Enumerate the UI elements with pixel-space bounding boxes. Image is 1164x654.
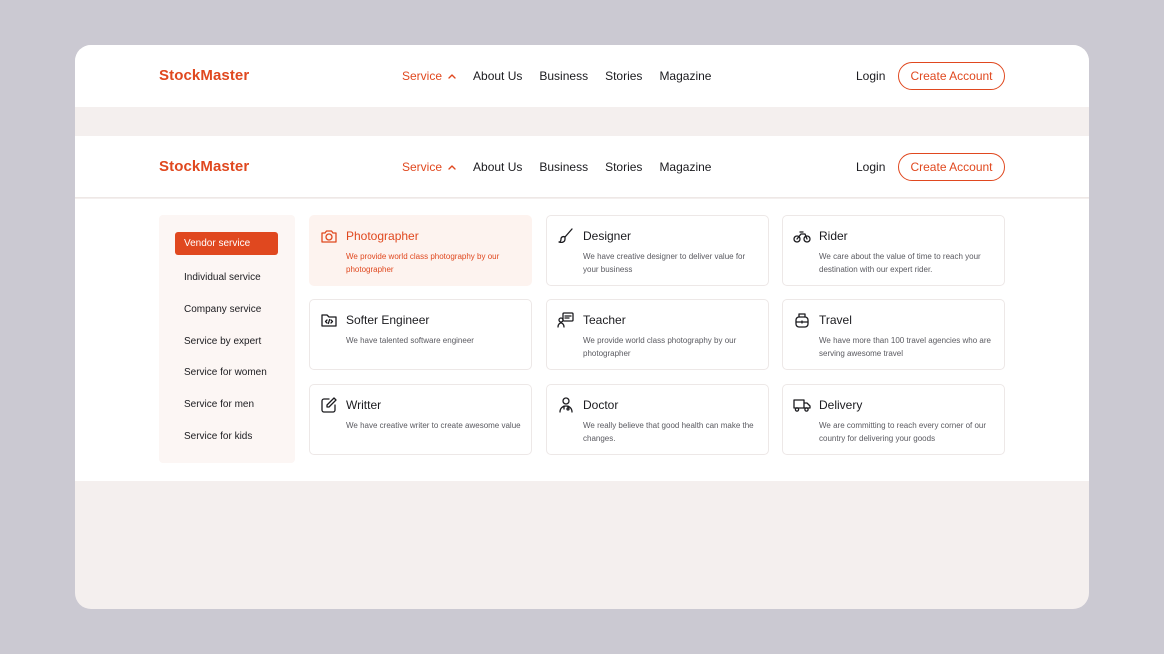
nav-about-us[interactable]: About Us xyxy=(473,160,522,174)
login-link[interactable]: Login xyxy=(856,160,885,174)
service-card-rider[interactable]: Rider We care about the value of time to… xyxy=(782,215,1005,286)
sidebar-item-service-for-women[interactable]: Service for women xyxy=(175,361,278,384)
nav-business[interactable]: Business xyxy=(539,69,588,83)
service-title: Photographer xyxy=(346,229,419,243)
page-frame: StockMaster Service About Us Business St… xyxy=(75,45,1089,609)
service-card-writter[interactable]: Writter We have creative writer to creat… xyxy=(309,384,532,455)
brand-logo[interactable]: StockMaster xyxy=(159,158,249,175)
nav-links: Service About Us Business Stories Magazi… xyxy=(402,160,728,174)
service-title: Writter xyxy=(346,398,382,412)
sidebar-item-service-by-expert[interactable]: Service by expert xyxy=(175,330,278,353)
service-card-travel[interactable]: Travel We have more than 100 travel agen… xyxy=(782,299,1005,370)
sidebar-item-company-service[interactable]: Company service xyxy=(175,298,278,321)
nav-magazine[interactable]: Magazine xyxy=(659,69,711,83)
doctor-icon xyxy=(557,396,575,414)
service-card-photographer[interactable]: Photographer We provide world class phot… xyxy=(309,215,532,286)
login-link[interactable]: Login xyxy=(856,69,885,83)
top-navbar: StockMaster Service About Us Business St… xyxy=(75,45,1089,107)
teacher-icon xyxy=(557,311,575,329)
service-card-designer[interactable]: Designer We have creative designer to de… xyxy=(546,215,769,286)
create-account-button[interactable]: Create Account xyxy=(898,153,1005,181)
service-category-sidebar: Vendor service Individual service Compan… xyxy=(159,215,295,463)
sidebar-item-service-for-kids[interactable]: Service for kids xyxy=(175,425,278,448)
chevron-up-icon xyxy=(448,164,456,170)
nav-stories[interactable]: Stories xyxy=(605,160,642,174)
camera-icon xyxy=(320,227,338,245)
chevron-up-icon xyxy=(448,73,456,79)
nav-magazine[interactable]: Magazine xyxy=(659,160,711,174)
service-description: We have creative writer to create awesom… xyxy=(346,421,521,430)
service-description: We have creative designer to deliver val… xyxy=(583,252,746,274)
nav-business[interactable]: Business xyxy=(539,160,588,174)
code-folder-icon xyxy=(320,311,338,329)
service-card-teacher[interactable]: Teacher We provide world class photograp… xyxy=(546,299,769,370)
luggage-icon xyxy=(793,311,811,329)
truck-icon xyxy=(793,396,811,414)
service-title: Rider xyxy=(819,229,848,243)
service-title: Designer xyxy=(583,229,632,243)
brush-icon xyxy=(557,227,575,245)
service-description: We really believe that good health can m… xyxy=(583,421,754,443)
service-title: Teacher xyxy=(583,313,626,327)
create-account-button[interactable]: Create Account xyxy=(898,62,1005,90)
service-title: Travel xyxy=(819,313,852,327)
edit-icon xyxy=(320,396,338,414)
service-title: Delivery xyxy=(819,398,863,412)
brand-logo[interactable]: StockMaster xyxy=(159,67,249,84)
service-description: We provide world class photography by ou… xyxy=(346,252,500,274)
bicycle-icon xyxy=(793,227,811,245)
sidebar-item-individual-service[interactable]: Individual service xyxy=(175,266,278,289)
service-mega-menu: Vendor service Individual service Compan… xyxy=(75,199,1089,481)
nav-links: Service About Us Business Stories Magazi… xyxy=(402,69,728,83)
nav-service-label: Service xyxy=(402,69,443,83)
nav-service[interactable]: Service xyxy=(402,160,456,174)
nav-service-label: Service xyxy=(402,160,443,174)
service-description: We have more than 100 travel agencies wh… xyxy=(819,336,991,358)
service-title: Softer Engineer xyxy=(346,313,430,327)
service-description: We provide world class photography by ou… xyxy=(583,336,737,358)
sidebar-item-service-for-men[interactable]: Service for men xyxy=(175,393,278,416)
service-description: We care about the value of time to reach… xyxy=(819,252,981,274)
sidebar-item-vendor-service[interactable]: Vendor service xyxy=(175,232,278,255)
nav-about-us[interactable]: About Us xyxy=(473,69,522,83)
service-card-softer-engineer[interactable]: Softer Engineer We have talented softwar… xyxy=(309,299,532,370)
nav-service[interactable]: Service xyxy=(402,69,456,83)
service-description: We have talented software engineer xyxy=(346,336,474,345)
service-card-doctor[interactable]: Doctor We really believe that good healt… xyxy=(546,384,769,455)
expanded-navbar: StockMaster Service About Us Business St… xyxy=(75,136,1089,198)
service-description: We are committing to reach every corner … xyxy=(819,421,987,443)
service-card-delivery[interactable]: Delivery We are committing to reach ever… xyxy=(782,384,1005,455)
nav-stories[interactable]: Stories xyxy=(605,69,642,83)
service-title: Doctor xyxy=(583,398,619,412)
